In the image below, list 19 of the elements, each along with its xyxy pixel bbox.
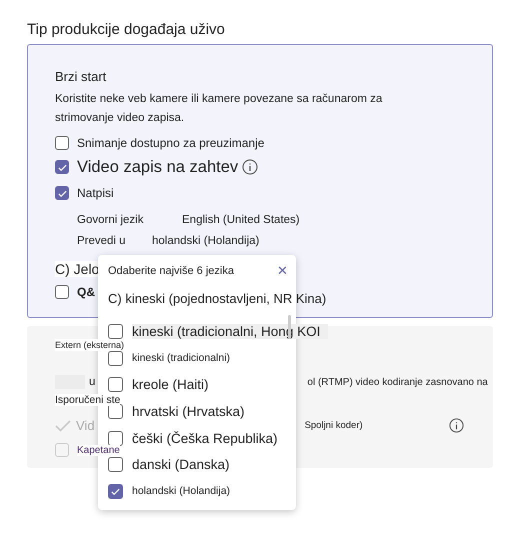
field-label: Prevedi u	[77, 235, 127, 247]
text-fragment: Vid	[76, 418, 95, 433]
field-label: Govorni jezik	[77, 214, 144, 226]
text-fragment: ol (RTMP) video kodiranje zasnovano na	[307, 376, 488, 388]
text-fragment: Spoljni koder)	[304, 420, 363, 431]
option-description: Koristite neke veb kamere ili kamere povezane sa računarom za strimovanje video zapisa.	[55, 92, 384, 126]
checkbox-label: Kapetane	[77, 444, 120, 456]
checkbox-label: Video zapis na zahtev	[77, 158, 238, 176]
popup-title: Odaberite najviše 6 jezika	[108, 264, 234, 276]
text-fragment: Isporučeni ste	[55, 394, 120, 406]
checkbox-label: Natpisi	[77, 186, 114, 200]
option-heading: Brzi start	[55, 69, 108, 84]
checkbox-label: Q&	[77, 285, 95, 299]
section-label: C) Jelo	[55, 261, 100, 277]
language-group-label: C) kineski (pojednostavljeni, NR Kina)	[108, 291, 326, 306]
text-fragment: u	[89, 376, 96, 388]
checkbox-label: Snimanje dostupno za preuzimanje	[77, 136, 264, 150]
option-heading: Extern (eksterna)	[55, 339, 124, 351]
section-title: Tip produkcije događaja uživo	[27, 21, 225, 38]
